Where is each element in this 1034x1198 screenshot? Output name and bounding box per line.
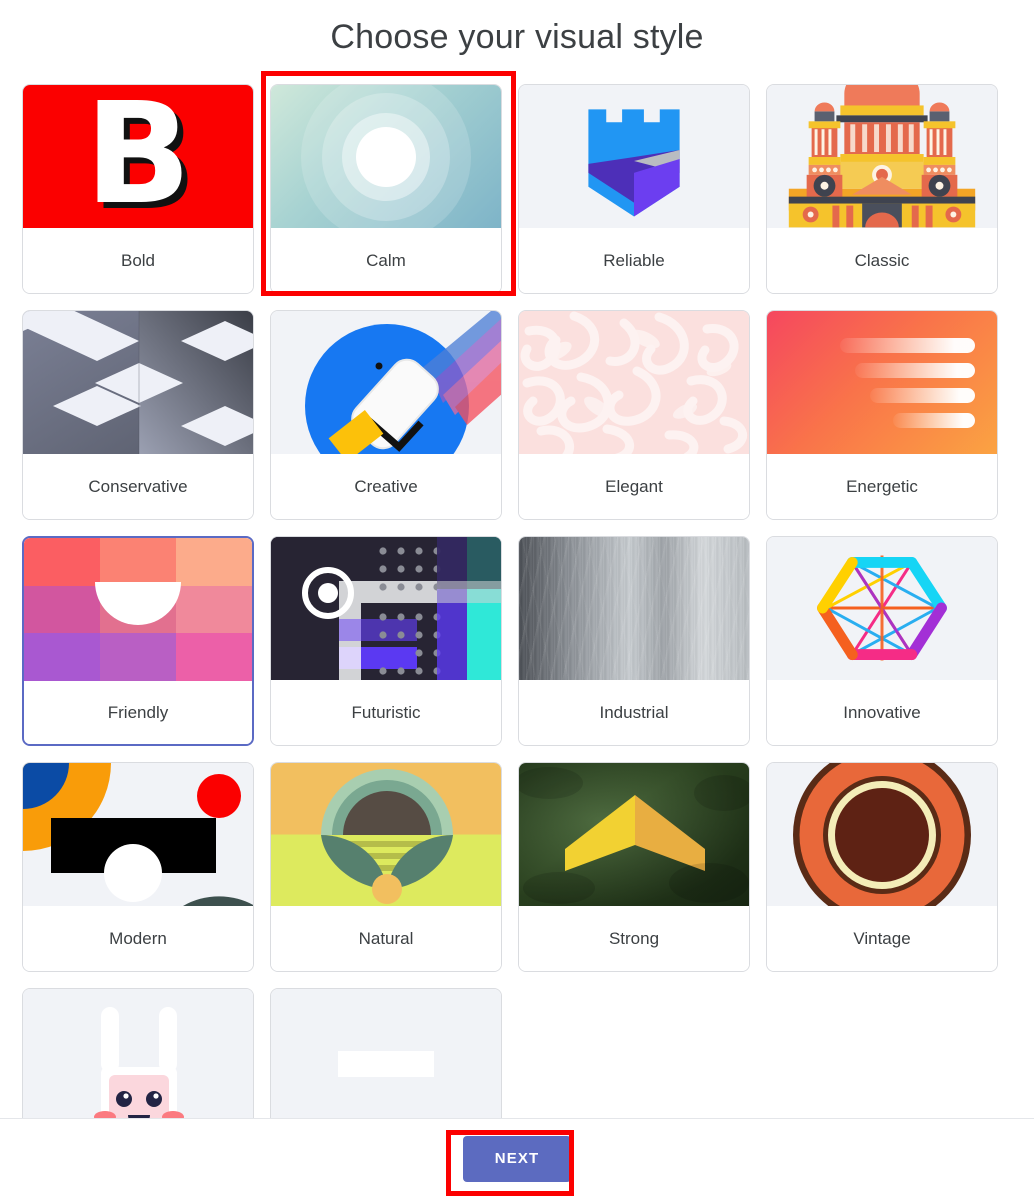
style-card-label: Modern [23, 906, 253, 971]
style-card-label: Natural [271, 906, 501, 971]
damask-pattern-art [519, 311, 749, 454]
paint-roller-art [271, 311, 501, 454]
bauhaus-shapes-art [23, 763, 253, 906]
style-card-industrial[interactable]: Industrial [518, 536, 750, 746]
style-card-strong[interactable]: Strong [518, 762, 750, 972]
style-card-label: Creative [271, 454, 501, 519]
style-card-label: Energetic [767, 454, 997, 519]
color-grid-smile-art [24, 538, 252, 681]
bold-letter-art: B [23, 85, 253, 228]
concentric-rings-art [767, 763, 997, 906]
letter-b-glyph: B [84, 85, 192, 228]
style-card-friendly[interactable]: Friendly [22, 536, 254, 746]
style-card-creative[interactable]: Creative [270, 310, 502, 520]
classical-building-art [767, 85, 997, 228]
isometric-cube-art [23, 311, 253, 454]
sunset-leaves-art [271, 763, 501, 906]
brushed-metal-art [519, 537, 749, 680]
style-card-elegant[interactable]: Elegant [518, 310, 750, 520]
style-card-label: Classic [767, 228, 997, 293]
style-card-bold[interactable]: B Bold [22, 84, 254, 294]
bunny-face-art [23, 989, 253, 1118]
style-card-calm[interactable]: Calm [270, 84, 502, 294]
style-card-label: Innovative [767, 680, 997, 745]
chevron-grunge-art [519, 763, 749, 906]
blank-bar-art [271, 989, 501, 1118]
style-grid: B Bold Calm Reliable Classic Conservativ… [0, 70, 1034, 1118]
speed-bars-art [767, 311, 997, 454]
style-card-energetic[interactable]: Energetic [766, 310, 998, 520]
style-card-label: Futuristic [271, 680, 501, 745]
style-card-vintage[interactable]: Vintage [766, 762, 998, 972]
concentric-circles-art [271, 85, 501, 228]
next-button[interactable]: NEXT [463, 1135, 571, 1182]
style-card-label: Friendly [24, 681, 252, 744]
style-card-futuristic[interactable]: Futuristic [270, 536, 502, 746]
footer-bar: NEXT [0, 1118, 1034, 1198]
tech-circuit-art [271, 537, 501, 680]
style-card-conservative[interactable]: Conservative [22, 310, 254, 520]
style-card-label: Conservative [23, 454, 253, 519]
style-card-label: Industrial [519, 680, 749, 745]
style-card-label: Calm [271, 228, 501, 293]
style-card-label: Elegant [519, 454, 749, 519]
style-card-innovative[interactable]: Innovative [766, 536, 998, 746]
castle-shield-art [519, 85, 749, 228]
style-card-label: Bold [23, 228, 253, 293]
style-grid-container: B Bold Calm Reliable Classic Conservativ… [0, 70, 1034, 1118]
style-card-label: Vintage [767, 906, 997, 971]
style-card-modern[interactable]: Modern [22, 762, 254, 972]
style-card-classic[interactable]: Classic [766, 84, 998, 294]
style-card-partial-blank[interactable] [270, 988, 502, 1118]
style-card-label: Reliable [519, 228, 749, 293]
style-card-partial-bunny[interactable] [22, 988, 254, 1118]
hexagon-network-art [767, 537, 997, 680]
style-card-label: Strong [519, 906, 749, 971]
style-card-reliable[interactable]: Reliable [518, 84, 750, 294]
style-card-natural[interactable]: Natural [270, 762, 502, 972]
page-title: Choose your visual style [330, 18, 704, 56]
